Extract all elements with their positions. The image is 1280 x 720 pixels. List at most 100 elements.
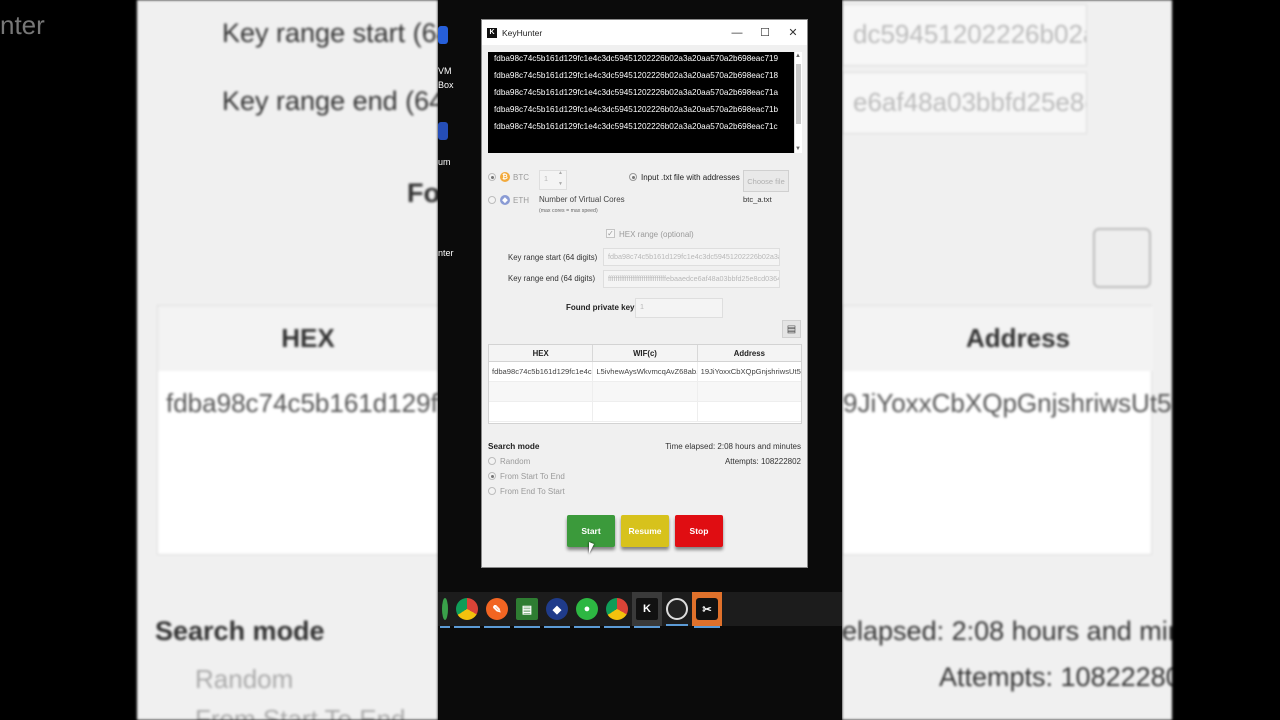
- taskbar: ✎ ▤ ◆ ● K ✂: [438, 592, 842, 628]
- taskbar-item-brave[interactable]: ✎: [482, 592, 512, 628]
- maximize-button[interactable]: ☐: [751, 20, 779, 45]
- table-cell-hex: fdba98c74c5b161d129fc1e4c...: [489, 362, 594, 381]
- taskbar-item-capcut[interactable]: ✂: [692, 592, 722, 628]
- bg-table-right: Address 9JiYoxxCbXQpGnjshriwsUt5y...: [842, 305, 1172, 555]
- taskbar-item-chrome-2[interactable]: [602, 592, 632, 628]
- table-cell-empty: [489, 382, 594, 401]
- table-row-empty: [489, 382, 801, 402]
- ethereum-coin-icon: ◆: [500, 195, 510, 205]
- console-line: fdba98c74c5b161d129fc1e4c3dc59451202226b…: [494, 88, 779, 97]
- bg-from-start: From Start To End: [195, 704, 406, 720]
- search-mode-end-start-radio[interactable]: [488, 487, 496, 495]
- eth-radio[interactable]: [488, 196, 496, 204]
- output-console[interactable]: fdba98c74c5b161d129fc1e4c3dc59451202226b…: [488, 52, 802, 153]
- table-cell-empty: [698, 402, 801, 421]
- chrome-icon: [454, 598, 480, 628]
- bitcoin-icon: ₿: [500, 172, 510, 182]
- ethereum-shortcut-icon[interactable]: [438, 122, 448, 140]
- input-file-radio[interactable]: [629, 173, 637, 181]
- hex-range-label: HEX range (optional): [619, 230, 694, 239]
- minimize-button[interactable]: —: [723, 20, 751, 45]
- cores-hint: (max cores = max speed): [539, 208, 598, 214]
- scroll-down-icon[interactable]: ▼: [795, 146, 801, 152]
- bg-search-mode: Search mode: [155, 616, 325, 646]
- desktop-label-box: Box: [438, 80, 454, 90]
- app-logo-icon: K: [487, 27, 497, 38]
- bg-attempts: Attempts: 108222802: [939, 662, 1172, 692]
- results-table: HEX WIF(c) Address fdba98c74c5b161d129fc…: [488, 344, 802, 424]
- screen: Key range start (64 di Key range end (64…: [0, 0, 1280, 720]
- resume-button[interactable]: Resume: [621, 515, 669, 547]
- table-cell-empty: [698, 382, 801, 401]
- btc-radio[interactable]: [488, 173, 496, 181]
- chrome-icon: [604, 598, 630, 628]
- taskbar-item-whatsapp[interactable]: ●: [572, 592, 602, 628]
- desktop-shortcut-icon[interactable]: [438, 26, 448, 44]
- column-header-wif[interactable]: WIF(c): [593, 345, 698, 361]
- bg-key-end-label: Key range end (64 digi: [222, 86, 438, 116]
- search-mode-end-start-label: From End To Start: [500, 487, 565, 496]
- spinner-down-icon[interactable]: ▼: [558, 181, 563, 187]
- taskbar-item-notepad[interactable]: ▤: [512, 592, 542, 628]
- eth-label: ETH: [513, 196, 529, 205]
- time-elapsed: Time elapsed: 2:08 hours and minutes: [665, 442, 801, 451]
- background-right: dc59451202226b02a3a e6af48a03bbfd25e8cd0…: [842, 0, 1172, 720]
- taskbar-item-obs[interactable]: [662, 592, 692, 626]
- bg-address-header: Address: [843, 306, 1153, 371]
- taskbar-item-chrome[interactable]: [452, 592, 482, 628]
- taskbar-item-ethereum[interactable]: ◆: [542, 592, 572, 628]
- table-cell-empty: [593, 402, 698, 421]
- table-cell-wif: L5ivhewAysWkvmcqAvZ68ab...: [593, 362, 698, 381]
- table-row[interactable]: fdba98c74c5b161d129fc1e4c... L5ivhewAysW…: [489, 362, 801, 382]
- notepad-icon: ▤: [514, 598, 540, 628]
- background-left: Key range start (64 di Key range end (64…: [137, 0, 438, 720]
- desktop-label-um: um: [438, 157, 451, 167]
- keyhunter-icon: K: [634, 598, 660, 628]
- bg-left-edge-text: nter: [0, 10, 45, 40]
- key-end-label: Key range end (64 digits): [508, 274, 596, 283]
- key-end-field[interactable]: fffffffffffffffffffffffffffffffebaaedce6…: [603, 270, 780, 288]
- search-mode-start-end-label: From Start To End: [500, 472, 565, 481]
- bg-key-start-label: Key range start (64 di: [222, 18, 438, 48]
- table-header: HEX WIF(c) Address: [489, 345, 801, 362]
- bg-table: HEX fdba98c74c5b161d129fc1e4: [157, 305, 438, 555]
- mouse-cursor-icon: [589, 542, 594, 554]
- window-title: KeyHunter: [502, 27, 543, 38]
- table-row-empty: [489, 402, 801, 422]
- desktop-label-vm: VM: [438, 66, 452, 76]
- ethereum-icon: ◆: [544, 598, 570, 628]
- scrollbar-thumb[interactable]: [796, 64, 801, 124]
- copy-icon[interactable]: ▤: [782, 320, 801, 338]
- cores-label: Number of Virtual Cores: [539, 195, 625, 204]
- bg-key-start-field: dc59451202226b02a3a: [842, 4, 1087, 66]
- bg-random: Random: [195, 664, 294, 694]
- taskbar-item-git[interactable]: [438, 592, 452, 628]
- search-mode-random-radio[interactable]: [488, 457, 496, 465]
- found-keys-label: Found private keys:: [566, 303, 642, 312]
- desktop-label-nter: nter: [438, 248, 454, 258]
- console-scrollbar[interactable]: ▲ ▼: [794, 52, 802, 153]
- stop-button[interactable]: Stop: [675, 515, 723, 547]
- scroll-up-icon[interactable]: ▲: [795, 53, 801, 59]
- pencil-app-icon: ✎: [484, 598, 510, 628]
- key-start-label: Key range start (64 digits): [508, 253, 598, 262]
- git-icon: [440, 598, 450, 628]
- taskbar-item-keyhunter[interactable]: K: [632, 592, 662, 628]
- column-header-hex[interactable]: HEX: [489, 345, 594, 361]
- title-bar: K KeyHunter — ☐ ✕: [482, 20, 807, 45]
- bg-hex-cell: fdba98c74c5b161d129fc1e4: [166, 388, 438, 418]
- bg-address-cell: 9JiYoxxCbXQpGnjshriwsUt5y...: [843, 388, 1172, 418]
- column-header-address[interactable]: Address: [698, 345, 801, 361]
- choose-file-button[interactable]: Choose file: [743, 170, 789, 192]
- close-button[interactable]: ✕: [779, 20, 807, 45]
- console-line: fdba98c74c5b161d129fc1e4c3dc59451202226b…: [494, 122, 778, 131]
- bg-elapsed: elapsed: 2:08 hours and minutes: [842, 616, 1172, 646]
- table-cell-empty: [593, 382, 698, 401]
- hex-range-checkbox[interactable]: ✓: [606, 229, 615, 238]
- bg-copy-icon: [1093, 228, 1151, 288]
- btc-label: BTC: [513, 173, 529, 182]
- key-start-field[interactable]: fdba98c74c5b161d129fc1e4c3dc59451202226b…: [603, 248, 780, 266]
- search-mode-start-end-radio[interactable]: [488, 472, 496, 480]
- spinner-up-icon[interactable]: ▲: [558, 170, 563, 176]
- bg-hex-header: HEX: [158, 306, 438, 371]
